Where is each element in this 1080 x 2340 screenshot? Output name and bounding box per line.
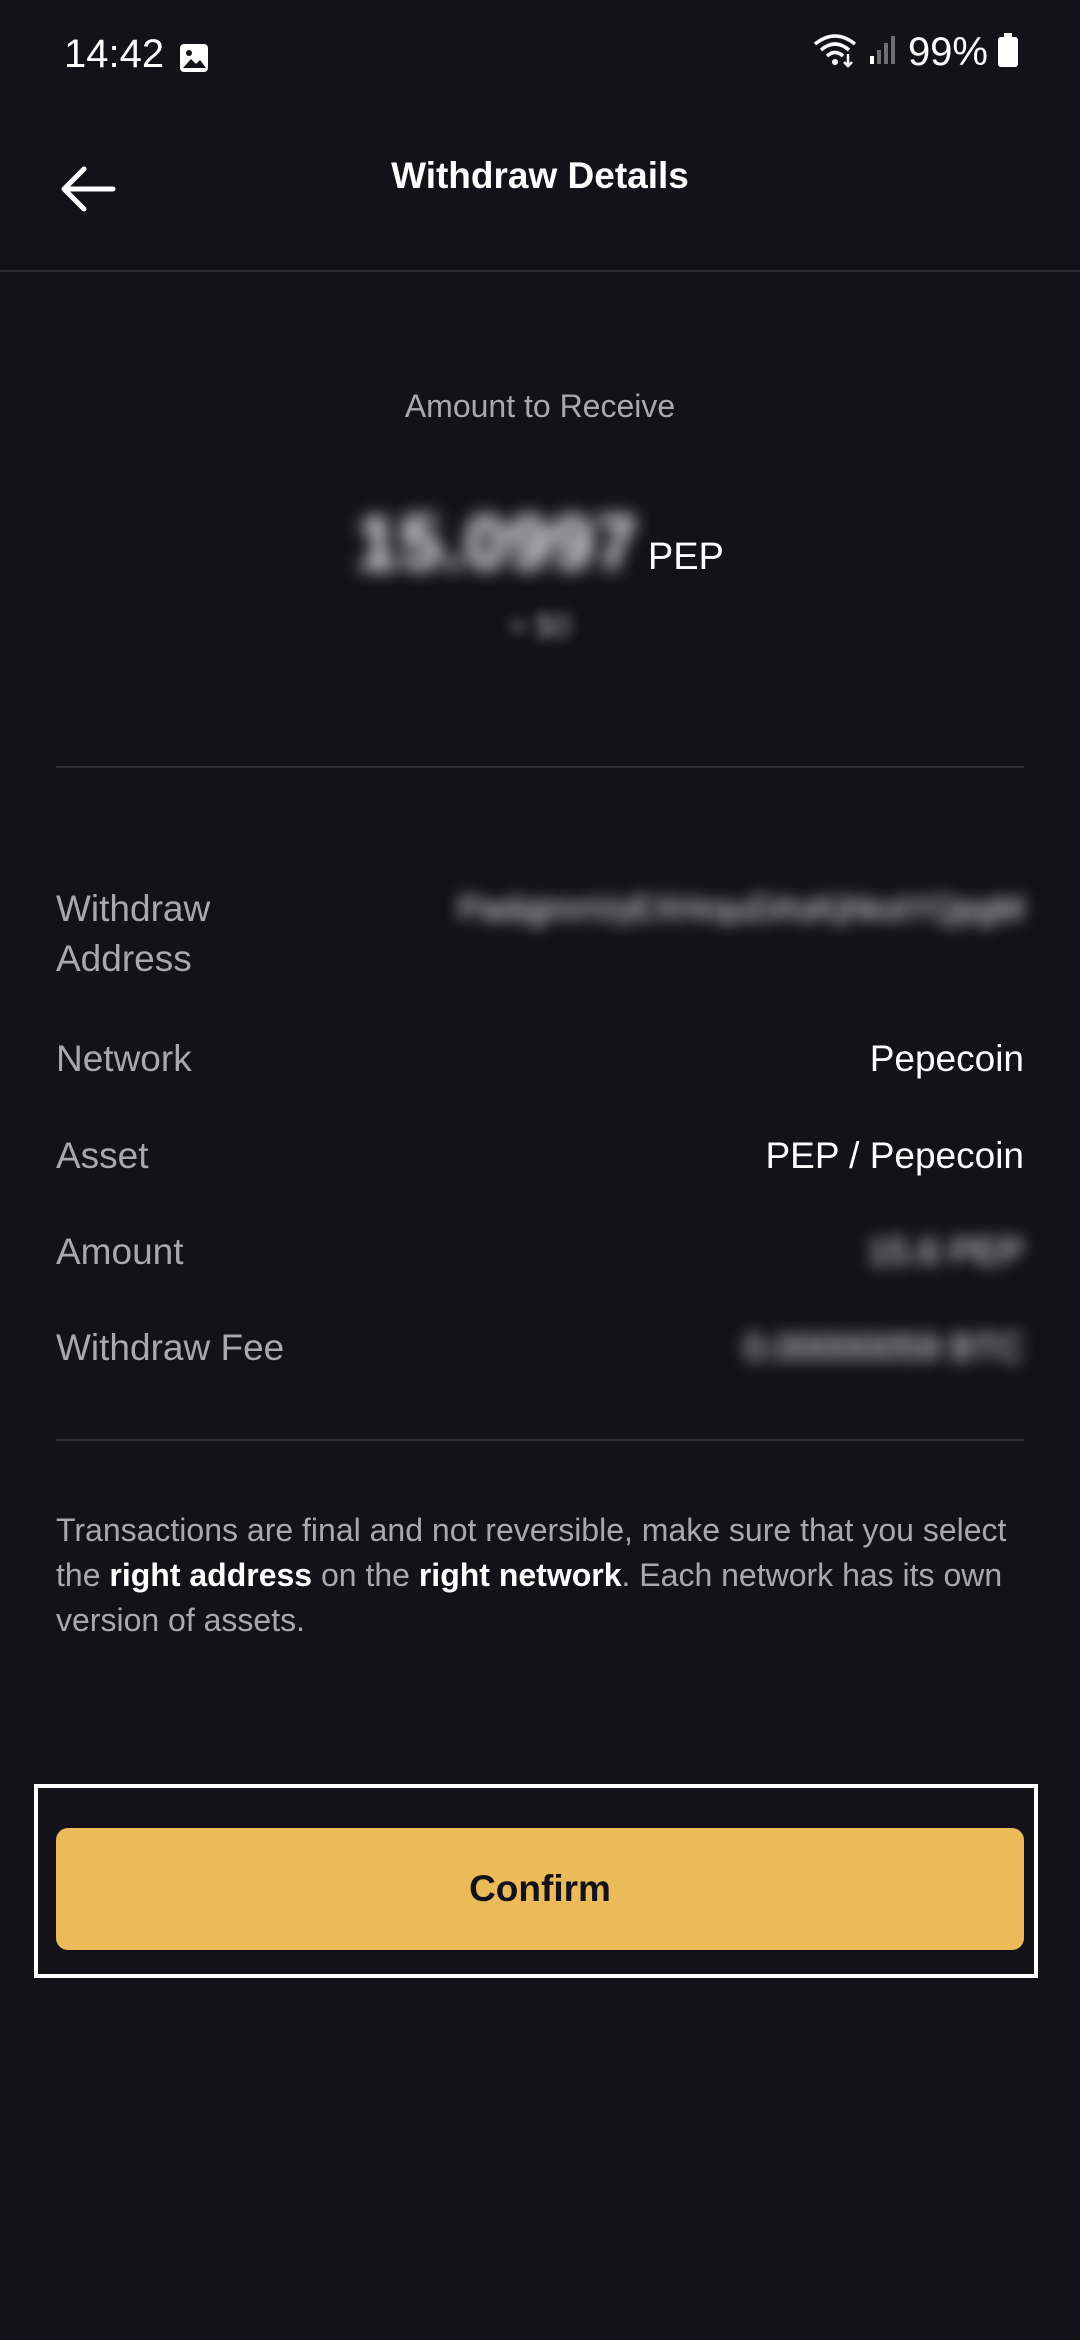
- notice-text-2: on the: [312, 1557, 419, 1593]
- wifi-icon: [812, 32, 858, 73]
- fee-value: 0.00000059 BTC: [744, 1327, 1024, 1368]
- signal-icon: [868, 34, 898, 71]
- status-time: 14:42: [64, 32, 165, 76]
- confirm-button[interactable]: Confirm: [56, 1828, 1024, 1950]
- detail-row-network: Network Pepecoin: [56, 1034, 1024, 1084]
- notice-bold-network: right network: [418, 1557, 622, 1593]
- detail-row-asset: Asset PEP / Pepecoin: [56, 1131, 1024, 1181]
- amount-value: 15.0997: [356, 501, 638, 586]
- amount-detail-value: 15.6 PEP: [867, 1231, 1024, 1272]
- divider: [56, 766, 1024, 768]
- notice-bold-address: right address: [109, 1557, 313, 1593]
- address-label: Withdraw Address: [56, 888, 211, 979]
- fee-label: Withdraw Fee: [56, 1327, 285, 1368]
- detail-row-fee: Withdraw Fee 0.00000059 BTC: [56, 1323, 1024, 1373]
- detail-row-amount: Amount 15.6 PEP: [56, 1227, 1024, 1277]
- amount-unit: PEP: [647, 536, 724, 578]
- detail-row-address: Withdraw Address PadqjmnVyEXHrquDAsKjhko…: [56, 884, 1024, 984]
- network-value: Pepecoin: [869, 1038, 1024, 1079]
- address-value: PadqjmnVyEXHrquDAsKjhkotYQpgM: [458, 890, 1024, 928]
- amount-display: 15.0997 PEP: [0, 500, 1080, 587]
- status-bar: 14:42 99%: [0, 0, 1080, 115]
- app-header: Withdraw Details: [0, 115, 1080, 272]
- warning-notice: Transactions are final and not reversibl…: [56, 1508, 1024, 1643]
- withdraw-details-screen: 14:42 99% Withdraw Details Amount to Rec…: [0, 0, 1080, 2340]
- battery-percent: 99%: [907, 30, 988, 74]
- battery-icon: [998, 33, 1018, 72]
- asset-value: PEP / Pepecoin: [765, 1135, 1025, 1176]
- page-title: Withdraw Details: [391, 155, 689, 196]
- amount-fiat-value: ≈ $0: [508, 608, 572, 644]
- asset-label: Asset: [56, 1135, 149, 1176]
- amount-label: Amount to Receive: [404, 388, 676, 424]
- amount-detail-label: Amount: [56, 1231, 184, 1272]
- image-icon: [178, 42, 210, 74]
- network-label: Network: [56, 1038, 192, 1079]
- divider: [56, 1439, 1024, 1441]
- status-icons: 99%: [812, 30, 1018, 75]
